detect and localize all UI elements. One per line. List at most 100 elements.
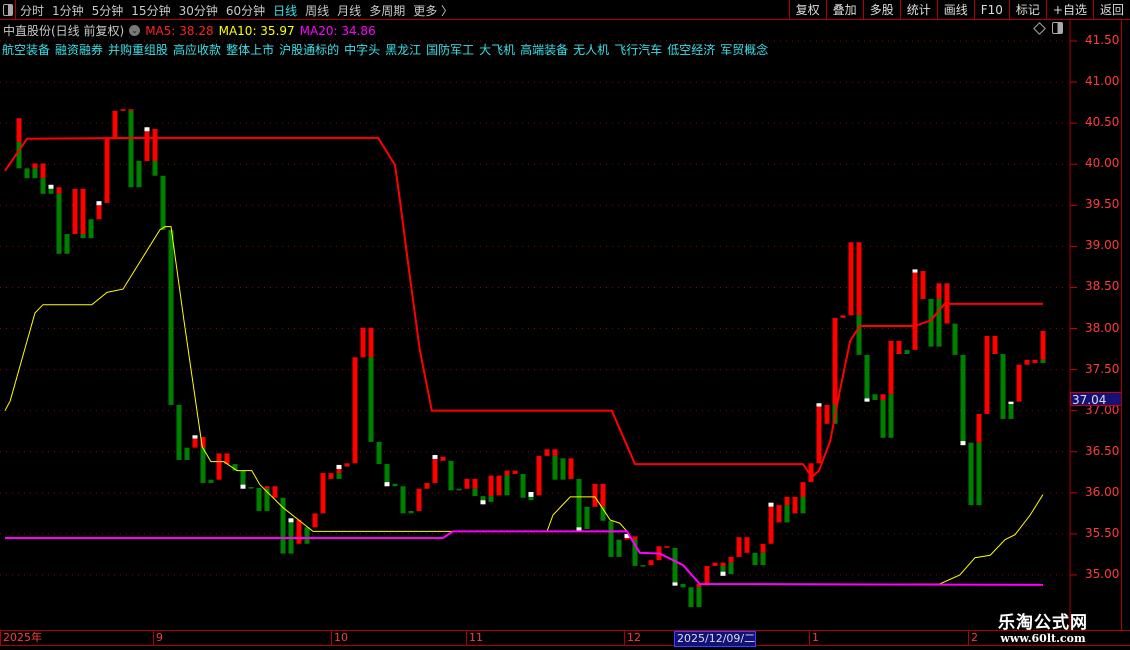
candle-bar — [296, 519, 302, 544]
tool-button[interactable]: 画线 — [936, 0, 974, 20]
tab-period[interactable]: 5分钟 — [92, 2, 124, 19]
tab-period[interactable]: 15分钟 — [131, 2, 170, 19]
concept-tag[interactable]: 中字头 — [344, 41, 380, 58]
concept-tags: 航空装备 融资融券 并购重组股 高应收款 整体上市 沪股通标的 中字头 黑龙江 国防军工 大飞机高… — [2, 41, 768, 58]
candle-bar — [400, 486, 406, 514]
tab-period[interactable]: 60分钟 — [226, 2, 265, 19]
candle-bar — [448, 460, 454, 491]
candle-bar — [888, 340, 894, 395]
current-price-label: 37.04 — [1070, 392, 1122, 407]
candle-bar — [496, 475, 502, 496]
candle-bar — [208, 479, 214, 483]
candle-bar — [776, 505, 782, 523]
tab-period[interactable]: 月线 — [337, 2, 361, 19]
price-tick-label: 39.50 — [1085, 197, 1120, 212]
concept-tag[interactable]: 沪股通标的 — [279, 41, 339, 58]
candle-bar — [832, 317, 838, 405]
concept-tag[interactable]: 军贸概念 — [720, 41, 768, 58]
candle-bar — [64, 234, 70, 254]
candle-bar — [880, 399, 886, 438]
candle-bar — [120, 109, 126, 111]
kline-chart[interactable] — [0, 0, 1130, 650]
concept-tag[interactable]: 黑龙江 — [385, 41, 421, 58]
candle-bar — [632, 536, 638, 540]
concept-tag[interactable]: 高应收款 — [173, 41, 221, 58]
tool-button[interactable]: 统计 — [899, 0, 937, 20]
top-toolbar: 分时 1分钟 5分钟 15分钟 30分钟 60分钟 日线 周线 月线 多周期 更多 〉 复权 叠加 多股… — [0, 0, 1130, 20]
candle-bar — [1008, 404, 1014, 419]
tool-button[interactable]: 返回 — [1092, 0, 1130, 20]
price-tick-label: 38.50 — [1085, 279, 1120, 294]
candle-bar — [640, 565, 646, 567]
tab-period[interactable]: 30分钟 — [179, 2, 218, 19]
candle-bar — [432, 455, 438, 460]
concept-tag[interactable]: 国防军工 — [426, 41, 474, 58]
concept-tag[interactable]: 无人机 — [573, 41, 609, 58]
ma-line — [5, 530, 1044, 586]
watermark-logo: 乐淘公式网 www.60lt.com — [998, 608, 1088, 645]
candle-bar — [728, 562, 734, 575]
concept-tag[interactable]: 航空装备 — [2, 41, 50, 58]
candle-bar — [800, 496, 806, 514]
tool-button[interactable]: F10 — [973, 0, 1009, 20]
concept-tag[interactable]: 高端装备 — [520, 41, 568, 58]
candle-bar — [1032, 359, 1038, 364]
price-tick-label: 37.50 — [1085, 361, 1120, 376]
right-side-panel[interactable] — [1121, 20, 1130, 630]
candle-bar — [56, 187, 62, 194]
candle-bar — [288, 518, 294, 523]
candle-bar — [872, 394, 878, 400]
candle-bar — [528, 492, 534, 497]
candle-bar — [648, 560, 654, 566]
candle-bar — [696, 587, 702, 608]
candle-bar — [256, 487, 262, 511]
concept-tag[interactable]: 融资融券 — [55, 41, 103, 58]
tool-button[interactable]: 多股 — [862, 0, 900, 20]
candle-bar — [104, 138, 110, 203]
candle-bar — [968, 442, 974, 506]
candle-bar — [368, 327, 374, 358]
candle-bar — [888, 394, 894, 438]
candle-bar — [352, 357, 358, 464]
diamond-icon[interactable] — [1033, 21, 1046, 35]
tab-period[interactable]: 分时 — [20, 2, 44, 19]
concept-tag[interactable]: 大飞机 — [479, 41, 515, 58]
candle-bar — [408, 510, 414, 514]
chevron-down-icon[interactable]: ⌄ — [129, 25, 141, 36]
candle-bar — [32, 163, 38, 169]
candle-bar — [976, 413, 982, 443]
panel-icon[interactable] — [1052, 22, 1063, 34]
candle-bar — [760, 543, 766, 553]
concept-tag[interactable]: 飞行汽车 — [614, 41, 662, 58]
tool-button[interactable]: 复权 — [788, 0, 826, 20]
candle-bar — [312, 513, 318, 528]
candle-bar — [672, 547, 678, 583]
concept-tag[interactable]: 整体上市 — [226, 41, 274, 58]
candle-bar — [440, 456, 446, 461]
tab-period[interactable]: 更多 〉 — [413, 2, 453, 19]
candle-bar — [992, 335, 998, 354]
tab-period[interactable]: 1分钟 — [52, 2, 84, 19]
candle-bar — [424, 482, 430, 489]
candle-bar — [600, 483, 606, 507]
candle-bar — [16, 118, 22, 143]
stock-title-row: 中直股份(日线 前复权) ⌄ MA5: 38.28 MA10: 35.97 MA… — [3, 22, 376, 39]
tab-period[interactable]: 日线 — [273, 2, 297, 19]
candle-bar — [864, 354, 870, 399]
candle-bar — [136, 160, 142, 188]
concept-tag[interactable]: 低空经济 — [667, 41, 715, 58]
tab-period[interactable]: 周线 — [305, 2, 329, 19]
candle-bar — [568, 458, 574, 479]
candle-bar — [768, 502, 774, 507]
concept-tag[interactable]: 并购重组股 — [108, 41, 168, 58]
sidebar-toggle-button[interactable] — [0, 0, 16, 20]
price-tick-label: 41.50 — [1085, 33, 1120, 47]
tab-period[interactable]: 多周期 — [369, 2, 405, 19]
candle-bar — [472, 488, 478, 497]
tool-button[interactable]: +自选 — [1045, 0, 1093, 20]
candle-bar — [384, 482, 390, 487]
candle-bar — [784, 496, 790, 506]
candle-bar — [928, 298, 934, 347]
tool-button[interactable]: 标记 — [1008, 0, 1046, 20]
tool-button[interactable]: 叠加 — [825, 0, 863, 20]
